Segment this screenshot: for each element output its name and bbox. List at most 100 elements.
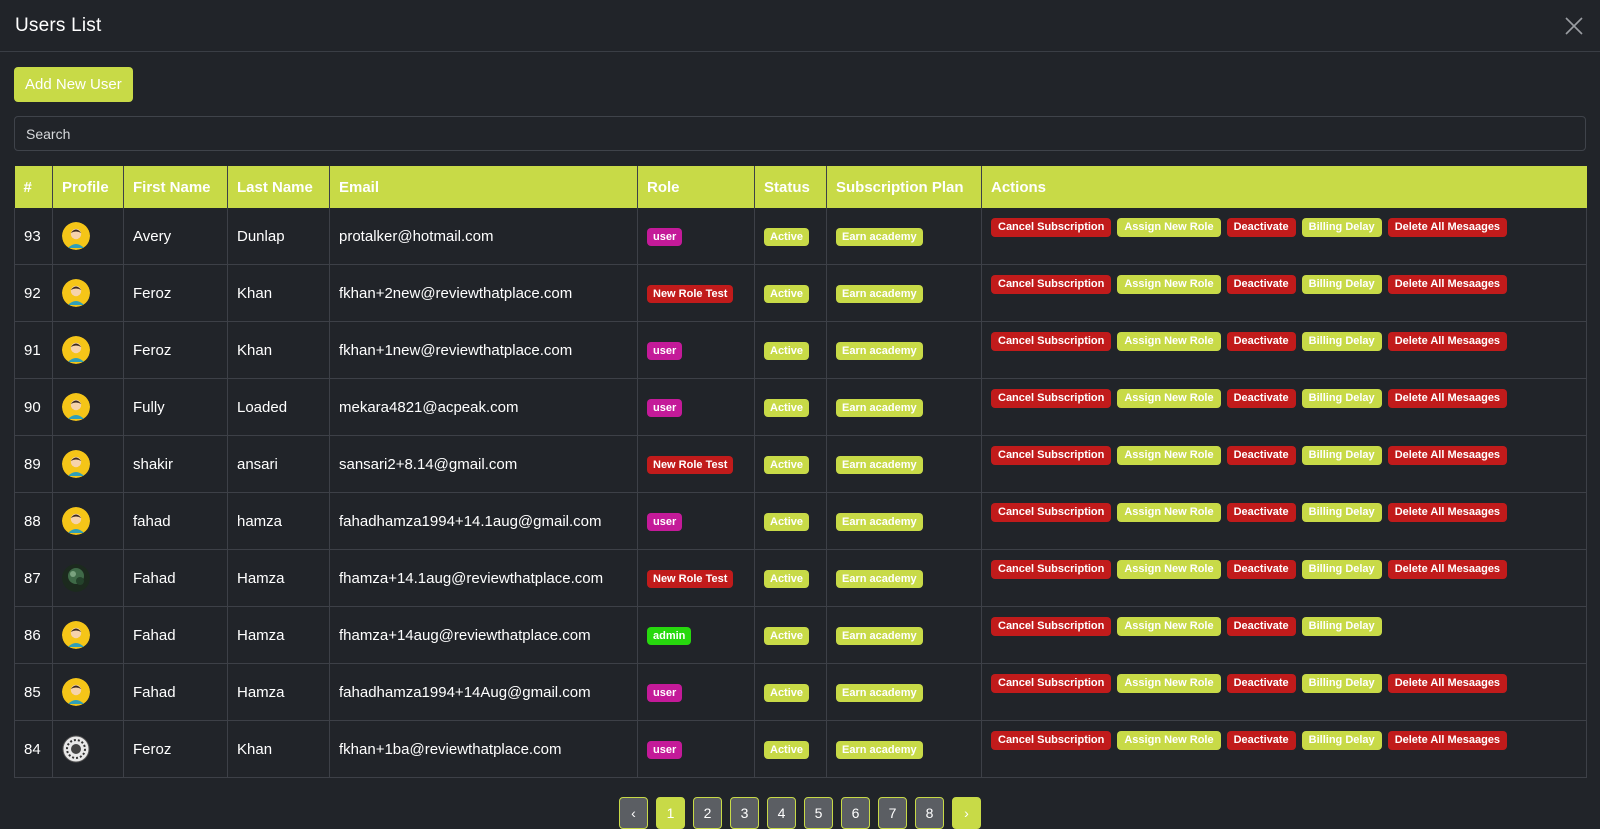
page-button-5[interactable]: 5: [804, 797, 833, 829]
deactivate-button[interactable]: Deactivate: [1226, 218, 1296, 237]
page-button-3[interactable]: 3: [730, 797, 759, 829]
last-name-cell: Hamza: [227, 549, 330, 607]
user-id-cell: 86: [14, 606, 53, 664]
page-button-4[interactable]: 4: [767, 797, 796, 829]
last-name-cell: Khan: [227, 321, 330, 379]
avatar-icon: [62, 222, 90, 250]
deactivate-button[interactable]: Deactivate: [1226, 617, 1296, 636]
profile-cell: [52, 606, 124, 664]
search-input[interactable]: [14, 116, 1586, 151]
deactivate-button[interactable]: Deactivate: [1226, 275, 1296, 294]
page-button-1[interactable]: 1: [656, 797, 685, 829]
assign-new-role-button[interactable]: Assign New Role: [1117, 218, 1221, 237]
role-cell: user: [637, 663, 755, 721]
page-button-8[interactable]: 8: [915, 797, 944, 829]
billing-delay-button[interactable]: Billing Delay: [1301, 731, 1382, 750]
actions-cell: Cancel Subscription Assign New Role Deacti…: [981, 435, 1587, 493]
plan-cell: Earn academy: [826, 663, 982, 721]
delete-all-mesaages-button[interactable]: Delete All Mesaages: [1387, 560, 1508, 579]
cancel-subscription-button[interactable]: Cancel Subscription: [991, 560, 1112, 579]
billing-delay-button[interactable]: Billing Delay: [1301, 503, 1382, 522]
table-row: 85 Fahad Hamza fahadhamza1994+14Aug@gmail.c…: [14, 663, 1587, 721]
role-badge: user: [647, 741, 683, 759]
assign-new-role-button[interactable]: Assign New Role: [1117, 731, 1221, 750]
plan-cell: Earn academy: [826, 208, 982, 265]
billing-delay-button[interactable]: Billing Delay: [1301, 389, 1382, 408]
deactivate-button[interactable]: Deactivate: [1226, 446, 1296, 465]
cancel-subscription-button[interactable]: Cancel Subscription: [991, 674, 1112, 693]
delete-all-mesaages-button[interactable]: Delete All Mesaages: [1387, 674, 1508, 693]
status-badge: Active: [764, 399, 810, 417]
billing-delay-button[interactable]: Billing Delay: [1301, 332, 1382, 351]
plan-badge: Earn academy: [836, 513, 923, 531]
assign-new-role-button[interactable]: Assign New Role: [1117, 446, 1221, 465]
assign-new-role-button[interactable]: Assign New Role: [1117, 674, 1221, 693]
user-id-cell: 89: [14, 435, 53, 493]
plan-cell: Earn academy: [826, 264, 982, 322]
first-name-cell: shakir: [123, 435, 228, 493]
delete-all-mesaages-button[interactable]: Delete All Mesaages: [1387, 446, 1508, 465]
cancel-subscription-button[interactable]: Cancel Subscription: [991, 218, 1112, 237]
table-row: 91 Feroz Khan fkhan+1new@reviewthatplace.co…: [14, 321, 1587, 379]
assign-new-role-button[interactable]: Assign New Role: [1117, 389, 1221, 408]
prev-page-button[interactable]: ‹: [619, 797, 648, 829]
delete-all-mesaages-button[interactable]: Delete All Mesaages: [1387, 332, 1508, 351]
modal-header: Users List: [0, 0, 1600, 52]
page-title: Users List: [15, 14, 102, 36]
avatar-icon: [62, 621, 90, 649]
cancel-subscription-button[interactable]: Cancel Subscription: [991, 332, 1112, 351]
status-badge: Active: [764, 513, 810, 531]
add-new-user-button[interactable]: Add New User: [14, 67, 133, 102]
avatar-icon: [62, 507, 90, 535]
cancel-subscription-button[interactable]: Cancel Subscription: [991, 617, 1112, 636]
assign-new-role-button[interactable]: Assign New Role: [1117, 332, 1221, 351]
billing-delay-button[interactable]: Billing Delay: [1301, 674, 1382, 693]
billing-delay-button[interactable]: Billing Delay: [1301, 446, 1382, 465]
page-button-2[interactable]: 2: [693, 797, 722, 829]
assign-new-role-button[interactable]: Assign New Role: [1117, 617, 1221, 636]
last-name-cell: Dunlap: [227, 208, 330, 265]
role-badge: New Role Test: [647, 570, 734, 588]
profile-cell: [52, 492, 124, 550]
billing-delay-button[interactable]: Billing Delay: [1301, 218, 1382, 237]
actions-cell: Cancel Subscription Assign New Role Deacti…: [981, 606, 1587, 664]
role-badge: user: [647, 342, 683, 360]
avatar-icon: [62, 678, 90, 706]
cancel-subscription-button[interactable]: Cancel Subscription: [991, 503, 1112, 522]
deactivate-button[interactable]: Deactivate: [1226, 560, 1296, 579]
cancel-subscription-button[interactable]: Cancel Subscription: [991, 389, 1112, 408]
close-icon: [1565, 16, 1583, 35]
delete-all-mesaages-button[interactable]: Delete All Mesaages: [1387, 218, 1508, 237]
role-cell: user: [637, 378, 755, 436]
assign-new-role-button[interactable]: Assign New Role: [1117, 560, 1221, 579]
next-page-button[interactable]: ›: [952, 797, 981, 829]
role-badge: New Role Test: [647, 456, 734, 474]
cancel-subscription-button[interactable]: Cancel Subscription: [991, 731, 1112, 750]
deactivate-button[interactable]: Deactivate: [1226, 389, 1296, 408]
billing-delay-button[interactable]: Billing Delay: [1301, 275, 1382, 294]
billing-delay-button[interactable]: Billing Delay: [1301, 560, 1382, 579]
delete-all-mesaages-button[interactable]: Delete All Mesaages: [1387, 389, 1508, 408]
page-button-6[interactable]: 6: [841, 797, 870, 829]
delete-all-mesaages-button[interactable]: Delete All Mesaages: [1387, 731, 1508, 750]
assign-new-role-button[interactable]: Assign New Role: [1117, 503, 1221, 522]
last-name-cell: Hamza: [227, 606, 330, 664]
table-row: 88 fahad hamza fahadhamza1994+14.1aug@gmail…: [14, 492, 1587, 550]
billing-delay-button[interactable]: Billing Delay: [1301, 617, 1382, 636]
page-button-7[interactable]: 7: [878, 797, 907, 829]
deactivate-button[interactable]: Deactivate: [1226, 674, 1296, 693]
column-header: Profile: [52, 166, 124, 208]
status-cell: Active: [754, 208, 827, 265]
email-cell: sansari2+8.14@gmail.com: [329, 435, 638, 493]
assign-new-role-button[interactable]: Assign New Role: [1117, 275, 1221, 294]
deactivate-button[interactable]: Deactivate: [1226, 503, 1296, 522]
plan-cell: Earn academy: [826, 720, 982, 778]
deactivate-button[interactable]: Deactivate: [1226, 332, 1296, 351]
delete-all-mesaages-button[interactable]: Delete All Mesaages: [1387, 275, 1508, 294]
cancel-subscription-button[interactable]: Cancel Subscription: [991, 275, 1112, 294]
deactivate-button[interactable]: Deactivate: [1226, 731, 1296, 750]
close-button[interactable]: [1548, 0, 1600, 52]
cancel-subscription-button[interactable]: Cancel Subscription: [991, 446, 1112, 465]
avatar-icon: [62, 336, 90, 364]
delete-all-mesaages-button[interactable]: Delete All Mesaages: [1387, 503, 1508, 522]
